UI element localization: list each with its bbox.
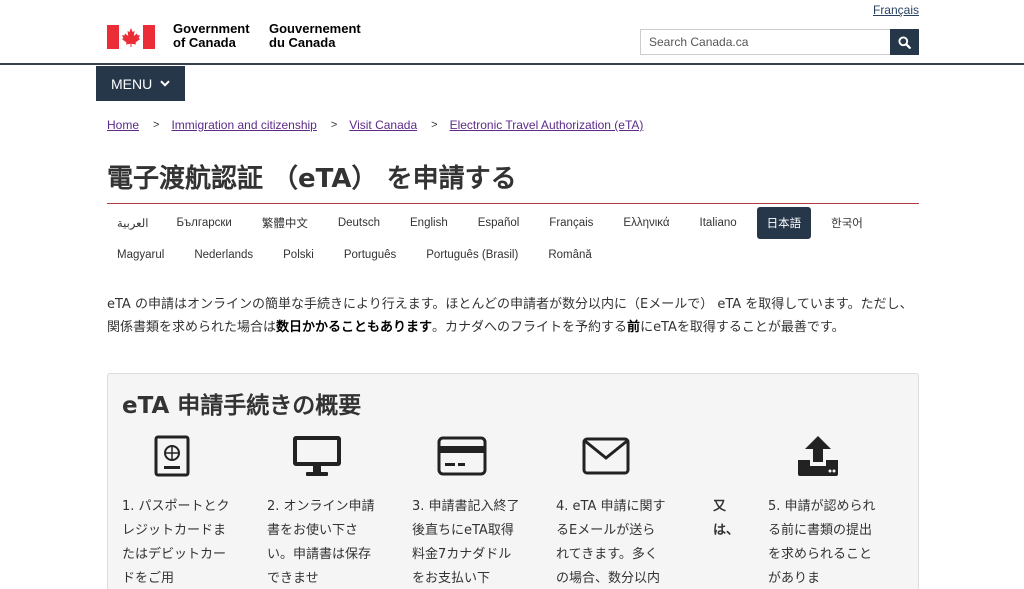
wordmark-fr-line2: du Canada bbox=[269, 35, 336, 50]
breadcrumb-visit-canada-link[interactable]: Visit Canada bbox=[349, 118, 417, 132]
wordmark-en-line2: of Canada bbox=[173, 35, 236, 50]
or-label: 又は、 bbox=[713, 499, 740, 538]
breadcrumb: Home > Immigration and citizenship > Vis… bbox=[107, 118, 643, 132]
menu-button[interactable]: MENU bbox=[96, 66, 185, 101]
search-icon bbox=[898, 35, 911, 49]
language-link-german[interactable]: Deutsch bbox=[328, 207, 390, 239]
search-form bbox=[640, 29, 919, 55]
intro-bold-before: 前 bbox=[627, 320, 641, 335]
breadcrumb-immigration-link[interactable]: Immigration and citizenship bbox=[171, 118, 316, 132]
language-link-dutch[interactable]: Nederlands bbox=[184, 239, 263, 271]
process-overview-panel: eTA 申請手続きの概要 1. パスポートとクレジットカードまたはデビットカード… bbox=[107, 373, 919, 589]
search-button[interactable] bbox=[890, 29, 919, 55]
step-5: 5. 申請が認められる前に書類の提出を求められることがありま bbox=[768, 434, 878, 589]
language-link-hungarian[interactable]: Magyarul bbox=[107, 239, 174, 271]
breadcrumb-home-link[interactable]: Home bbox=[107, 118, 139, 132]
chevron-down-icon bbox=[160, 80, 170, 87]
language-link-french[interactable]: Français bbox=[539, 207, 603, 239]
language-link-romanian[interactable]: Română bbox=[538, 239, 601, 271]
step-3-text: 3. 申請書記入終了後直ちにeTA取得料金7カナダドルをお支払い下 bbox=[412, 499, 520, 586]
monitor-icon bbox=[293, 436, 341, 476]
intro-text-2: 。カナダへのフライトを予約する bbox=[432, 320, 628, 335]
breadcrumb-eta-link[interactable]: Electronic Travel Authorization (eTA) bbox=[450, 118, 644, 132]
upload-icon bbox=[798, 436, 838, 476]
canada-flag-icon bbox=[107, 25, 155, 49]
intro-bold-several-days: 数日かかることもあります bbox=[276, 320, 433, 335]
breadcrumb-separator: > bbox=[431, 119, 438, 131]
menu-label: MENU bbox=[111, 75, 153, 92]
step-5-text: 5. 申請が認められる前に書類の提出を求められることがありま bbox=[768, 499, 876, 586]
language-link-english[interactable]: English bbox=[400, 207, 458, 239]
step-1-text: 1. パスポートとクレジットカードまたはデビットカードをご用 bbox=[122, 499, 230, 586]
language-link-arabic[interactable]: العربية bbox=[107, 207, 158, 239]
language-link-italian[interactable]: Italiano bbox=[690, 207, 747, 239]
language-link-bulgarian[interactable]: Български bbox=[166, 207, 241, 239]
step-2-text: 2. オンライン申請書をお使い下さい。申請書は保存できませ bbox=[267, 499, 375, 586]
step-4: 4. eTA 申請に関するEメールが送られてきます。多くの場合、数分以内に取得 bbox=[556, 434, 666, 589]
language-link-portuguese-brazil[interactable]: Português (Brasil) bbox=[416, 239, 528, 271]
wordmark-fr-line1: Gouvernement bbox=[269, 21, 361, 36]
site-header: Français Government of Canada Gouverneme… bbox=[0, 0, 1024, 65]
search-input[interactable] bbox=[640, 29, 890, 55]
panel-title: eTA 申請手続きの概要 bbox=[122, 393, 362, 419]
language-row-2: Magyarul Nederlands Polski Português Por… bbox=[107, 239, 919, 271]
step-1: 1. パスポートとクレジットカードまたはデビットカードをご用 bbox=[122, 434, 232, 589]
language-link-korean[interactable]: 한국어 bbox=[821, 207, 873, 239]
language-link-portuguese[interactable]: Português bbox=[334, 239, 406, 271]
step-3: 3. 申請書記入終了後直ちにeTA取得料金7カナダドルをお支払い下 bbox=[412, 434, 522, 589]
step-2: 2. オンライン申請書をお使い下さい。申請書は保存できませ bbox=[267, 434, 377, 589]
credit-card-icon bbox=[437, 436, 487, 476]
step-4-text: 4. eTA 申請に関するEメールが送られてきます。多くの場合、数分以内に取得 bbox=[556, 499, 666, 586]
intro-paragraph: eTA の申請はオンラインの簡単な手続きにより行えます。ほとんどの申請者が数分以… bbox=[107, 293, 922, 339]
intro-text-3: にeTAを取得することが最善です。 bbox=[640, 320, 845, 335]
language-link-japanese-active[interactable]: 日本語 bbox=[756, 207, 812, 239]
page-title: 電子渡航認証 （eTA） を申請する bbox=[107, 163, 919, 204]
wordmark-french[interactable]: Gouvernement du Canada bbox=[269, 22, 361, 50]
breadcrumb-separator: > bbox=[153, 119, 160, 131]
language-link-chinese-traditional[interactable]: 繁體中文 bbox=[252, 207, 318, 239]
language-selector: العربية Български 繁體中文 Deutsch English E… bbox=[107, 207, 919, 271]
wordmark-en-line1: Government bbox=[173, 21, 250, 36]
wordmark-english[interactable]: Government of Canada bbox=[173, 22, 250, 50]
language-link-greek[interactable]: Ελληνικά bbox=[613, 207, 679, 239]
language-link-spanish[interactable]: Español bbox=[468, 207, 530, 239]
breadcrumb-separator: > bbox=[330, 119, 338, 131]
language-toggle-link[interactable]: Français bbox=[873, 3, 919, 17]
passport-icon bbox=[154, 435, 190, 477]
language-row-1: العربية Български 繁體中文 Deutsch English E… bbox=[107, 207, 919, 239]
language-link-polish[interactable]: Polski bbox=[273, 239, 324, 271]
envelope-icon bbox=[582, 437, 630, 475]
